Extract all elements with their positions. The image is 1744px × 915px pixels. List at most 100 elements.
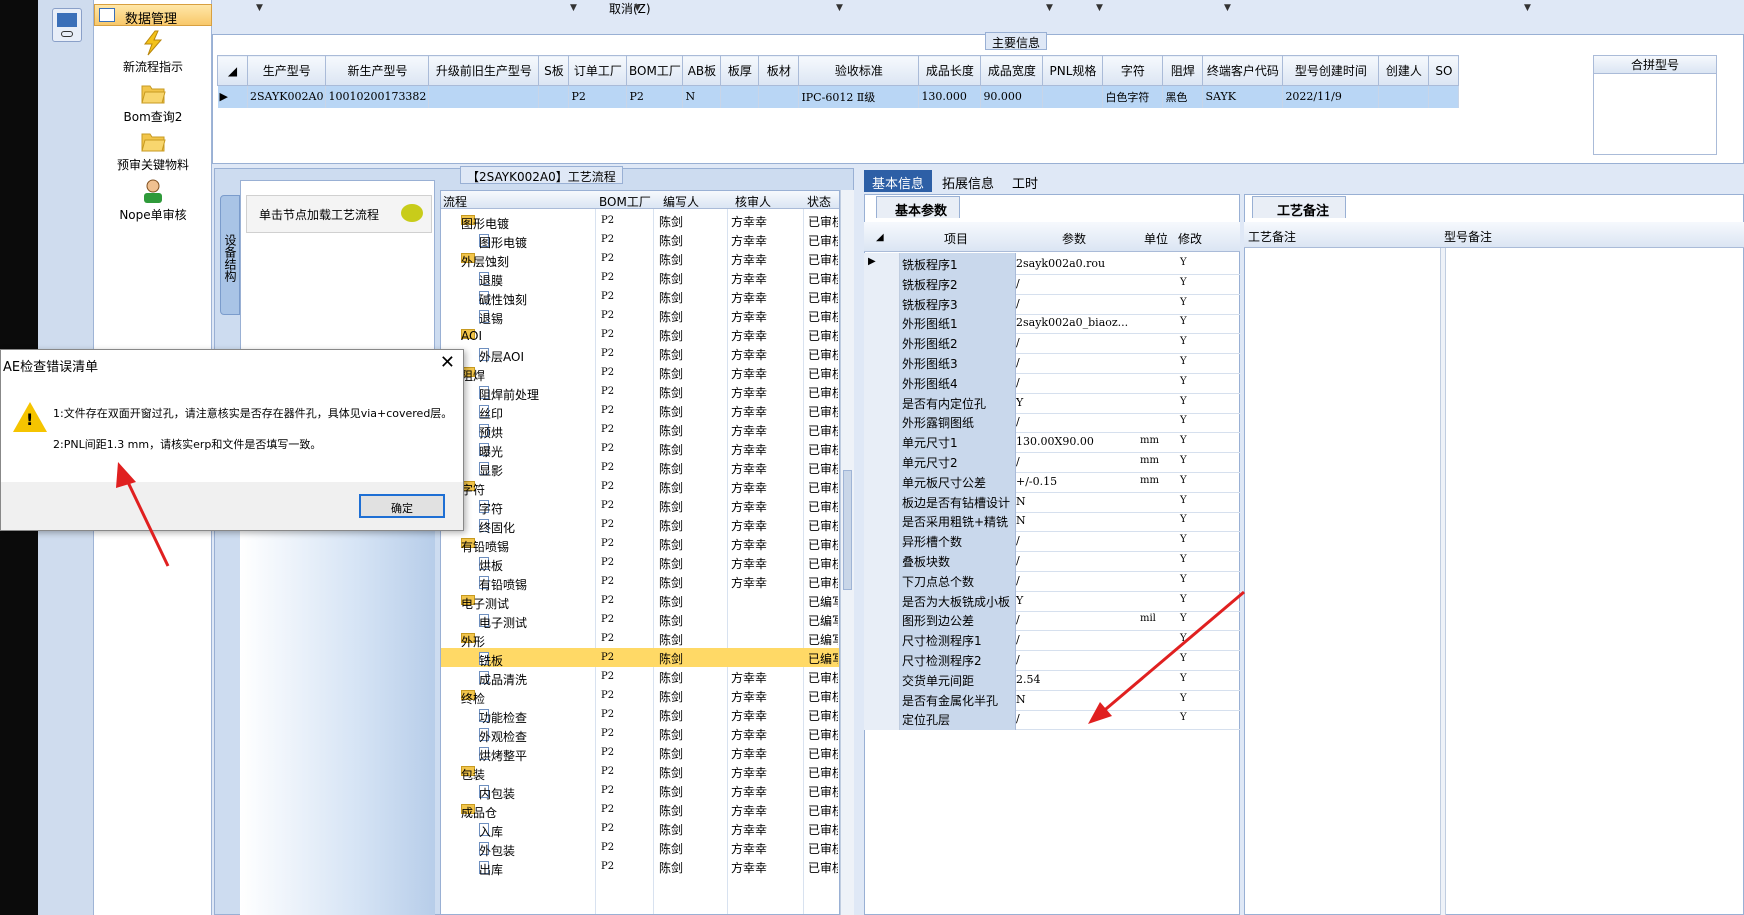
param-row[interactable]: 尺寸检测程序2/ Y [864, 649, 1240, 671]
param-row[interactable]: 叠板块数 / Y [864, 550, 1240, 572]
param-value[interactable]: / [1016, 574, 1136, 587]
param-modify[interactable]: Y [1180, 316, 1187, 327]
table-cell[interactable]: P2 [568, 85, 628, 108]
tree-row[interactable]: 字符P2陈剑方幸幸已审核 [441, 477, 839, 497]
app-module-icon[interactable] [52, 8, 82, 42]
param-row[interactable]: 图形到边公差 / mil Y [864, 609, 1240, 632]
param-row[interactable]: ▶ 铣板程序1 2sayk002a0.rou Y [864, 253, 1240, 275]
table-cell[interactable]: 130.000 [918, 85, 982, 108]
param-value[interactable]: / [1016, 455, 1136, 468]
column-header[interactable]: 终端客户代码 [1202, 55, 1284, 86]
param-row[interactable]: 外形图纸3/ Y [864, 352, 1240, 374]
column-header[interactable]: 修改 [1178, 230, 1202, 247]
tree-row[interactable]: 图形电镀P2陈剑方幸幸已审核 [441, 211, 839, 231]
param-modify[interactable]: Y [1180, 673, 1187, 684]
column-header[interactable]: 流程 [443, 193, 467, 210]
param-modify[interactable]: Y [1180, 693, 1187, 704]
tree-row[interactable]: 有铅喷锡P2陈剑方幸幸已审核 [441, 534, 839, 554]
table-cell[interactable]: 白色字符 [1102, 85, 1164, 108]
tree-row[interactable]: 包装P2陈剑方幸幸已审核 [441, 762, 839, 782]
column-header[interactable]: 核审人 [735, 193, 771, 210]
tree-row[interactable]: 有铅喷锡P2陈剑方幸幸已审核 [441, 572, 839, 592]
row-header[interactable] [864, 569, 900, 592]
param-row[interactable]: 单元板尺寸公差 +/-0.15 mm Y [864, 470, 1240, 493]
tree-row[interactable]: 外形P2陈剑已编写 [441, 629, 839, 649]
param-modify[interactable]: Y [1180, 396, 1187, 407]
param-value[interactable]: 2sayk002a0.rou [1016, 257, 1136, 270]
param-value[interactable]: / [1016, 376, 1136, 389]
row-header[interactable] [864, 629, 900, 652]
nav-item-key-materials[interactable]: 预审关键物料 [94, 128, 212, 173]
tree-row[interactable]: 图形电镀P2陈剑方幸幸已审核 [441, 230, 839, 250]
table-cell[interactable] [758, 85, 800, 108]
tree-row[interactable]: 铣板P2陈剑已编写 [441, 648, 839, 668]
param-value[interactable]: / [1016, 356, 1136, 369]
column-header[interactable]: 成品宽度 [980, 55, 1044, 86]
param-modify[interactable]: Y [1180, 257, 1187, 268]
tree-row[interactable]: 成品仓P2陈剑方幸幸已审核 [441, 800, 839, 820]
nav-item-new-flow[interactable]: 新流程指示 [94, 30, 212, 75]
table-cell[interactable]: IPC-6012 Ⅱ级 [798, 85, 920, 108]
column-header[interactable]: 项目 [944, 230, 968, 247]
table-cell[interactable]: 2022/11/9 [1282, 85, 1380, 108]
row-header[interactable] [864, 411, 900, 434]
row-header[interactable] [864, 312, 900, 335]
tree-row[interactable]: 终固化P2陈剑方幸幸已审核 [441, 515, 839, 535]
tree-row[interactable]: 内包装P2陈剑方幸幸已审核 [441, 781, 839, 801]
table-cell[interactable] [538, 85, 570, 108]
param-modify[interactable]: Y [1180, 554, 1187, 565]
tree-row[interactable]: 烘烤整平P2陈剑方幸幸已审核 [441, 743, 839, 763]
param-value[interactable]: / [1016, 277, 1136, 290]
param-row[interactable]: 定位孔层 / Y [864, 708, 1240, 731]
param-modify[interactable]: Y [1180, 613, 1187, 624]
chevron-down-icon[interactable]: ▼ [1524, 3, 1531, 13]
param-row[interactable]: 下刀点总个数 / Y [864, 569, 1240, 592]
param-row[interactable]: 外形图纸4/ Y [864, 371, 1240, 394]
column-header[interactable]: BOM工厂 [626, 55, 684, 86]
column-header[interactable]: 新生产型号 [325, 55, 430, 86]
param-value[interactable]: N [1016, 514, 1136, 527]
param-value[interactable]: 2sayk002a0_biaoz... [1016, 316, 1136, 329]
row-header[interactable] [864, 431, 900, 454]
tree-row[interactable]: 入库P2陈剑方幸幸已审核 [441, 819, 839, 839]
tree-row[interactable]: 显影P2陈剑方幸幸已审核 [441, 458, 839, 478]
tree-row[interactable]: 出库 P2 陈剑 方幸幸 已审核 [441, 857, 839, 877]
param-modify[interactable]: Y [1180, 435, 1187, 446]
tree-row[interactable]: 终检P2陈剑方幸幸已审核 [441, 686, 839, 706]
tree-row[interactable]: 丝印P2陈剑方幸幸已审核 [441, 401, 839, 421]
param-modify[interactable]: Y [1180, 356, 1187, 367]
column-header[interactable]: PNL规格 [1042, 55, 1104, 86]
table-cell[interactable]: 黑色 [1162, 85, 1204, 108]
param-row[interactable]: 是否为大板铣成小板 Y Y [864, 589, 1240, 612]
tree-row[interactable]: 外层蚀刻P2陈剑方幸幸已审核 [441, 249, 839, 269]
chevron-down-icon[interactable]: ▼ [570, 3, 577, 13]
tree-row[interactable]: 预烘P2陈剑方幸幸已审核 [441, 420, 839, 440]
tree-row[interactable]: AOI P2 陈剑 方幸幸 已审核 [441, 325, 839, 344]
tree-row[interactable]: 碱性蚀刻P2陈剑方幸幸已审核 [441, 287, 839, 307]
tree-row[interactable]: 外观检查P2陈剑方幸幸已审核 [441, 724, 839, 744]
column-header[interactable]: BOM工厂 [599, 193, 651, 210]
param-modify[interactable]: Y [1180, 574, 1187, 585]
table-cell[interactable]: 90.000 [980, 85, 1044, 108]
param-modify[interactable]: Y [1180, 712, 1187, 723]
param-modify[interactable]: Y [1180, 475, 1187, 486]
column-header[interactable]: S板 [538, 55, 570, 86]
param-value[interactable]: / [1016, 613, 1136, 626]
row-header[interactable] [864, 371, 900, 394]
param-row[interactable]: 铣板程序3/ Y [864, 292, 1240, 315]
param-row[interactable]: 外形露铜图纸 / Y [864, 411, 1240, 434]
equipment-hint[interactable]: 单击节点加载工艺流程 [246, 195, 432, 233]
tab-basic-params[interactable]: 基本参数 [876, 196, 961, 219]
scrollbar-thumb[interactable] [843, 470, 852, 590]
param-row[interactable]: 外形图纸1 2sayk002a0_biaoz... Y [864, 312, 1240, 335]
param-modify[interactable]: Y [1180, 633, 1187, 644]
table-cell[interactable] [1042, 85, 1104, 108]
column-header[interactable]: 验收标准 [798, 55, 920, 86]
param-value[interactable]: / [1016, 554, 1136, 567]
table-cell[interactable]: 2SAYK002A0 [247, 85, 327, 108]
ok-button[interactable]: 确定 [359, 494, 445, 518]
tree-row[interactable]: 退锡P2陈剑方幸幸已审核 [441, 306, 839, 326]
tree-row[interactable]: 退膜P2陈剑方幸幸已审核 [441, 268, 839, 288]
row-header[interactable] [864, 332, 900, 355]
row-header[interactable] [864, 451, 900, 473]
